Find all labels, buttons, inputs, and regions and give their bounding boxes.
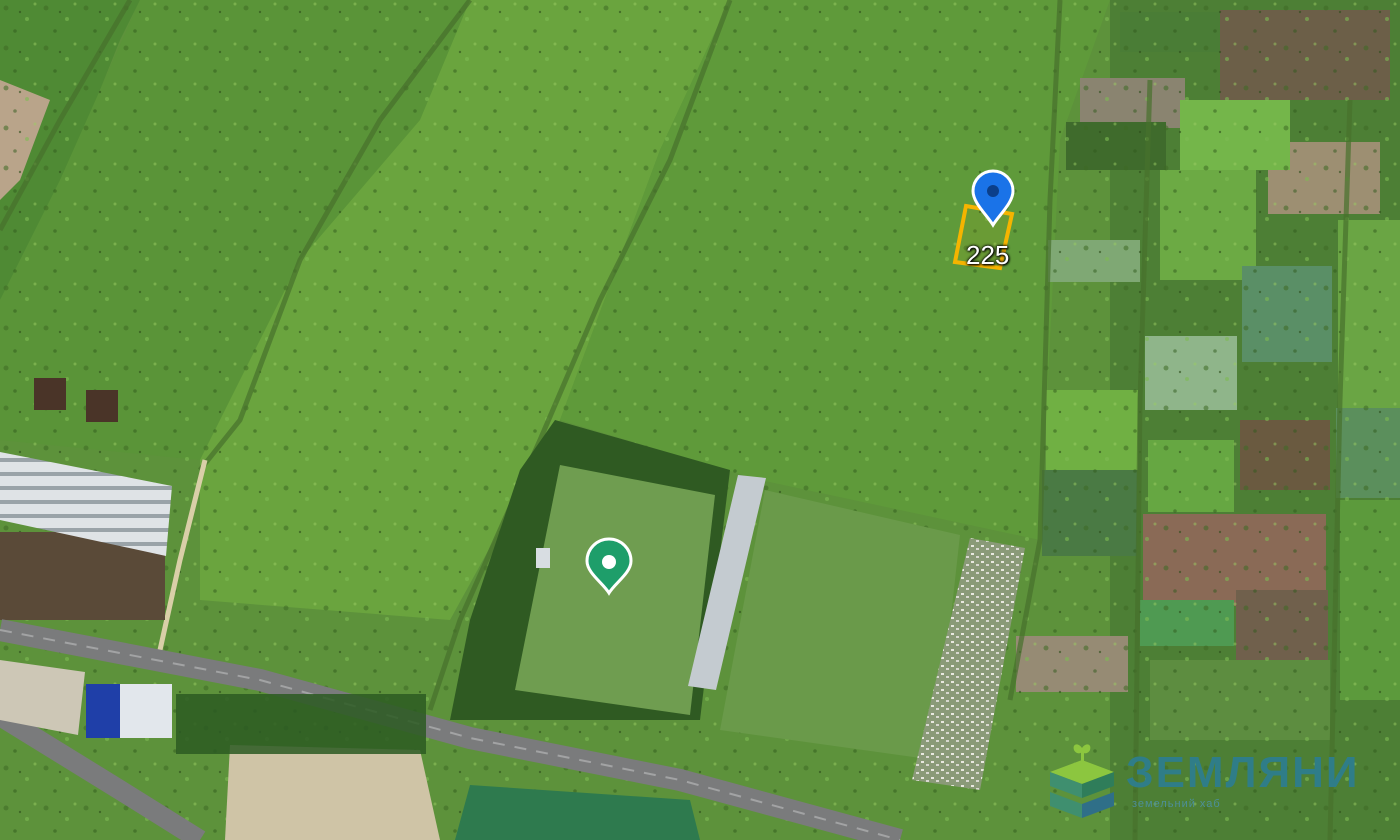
layers-leaf-icon: [1050, 744, 1114, 818]
brand-name: ЗЕМЛЯНИ: [1126, 748, 1360, 797]
tree-cluster: [176, 694, 426, 754]
sand-lot: [225, 745, 440, 840]
parcel-number-label: 225: [966, 240, 1010, 270]
satellite-map[interactable]: [0, 0, 1400, 840]
brand-tagline: земельний хаб: [1132, 798, 1221, 810]
house-1: [34, 378, 66, 410]
brand-logo: ЗЕМЛЯНИ земельний хаб: [1048, 742, 1393, 822]
small-shed: [536, 548, 550, 568]
industrial-building: [86, 684, 172, 738]
house-2: [86, 390, 118, 422]
